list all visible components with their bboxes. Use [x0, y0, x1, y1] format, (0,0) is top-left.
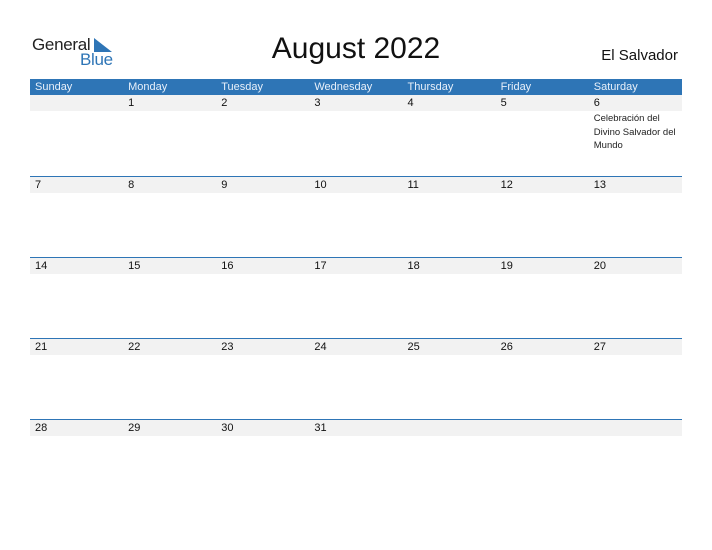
date-strip: 21 22 23 24 25 26 27 — [30, 339, 682, 355]
day-number: 19 — [500, 260, 513, 272]
weekday-header: Sunday Monday Tuesday Wednesday Thursday… — [30, 79, 682, 95]
day-number: 23 — [221, 341, 234, 353]
week-row: 14 15 16 17 18 19 20 — [30, 257, 682, 338]
holiday-label: Celebración del Divino Salvador del Mund… — [593, 113, 676, 151]
holiday-label — [123, 436, 216, 437]
holiday-label — [216, 436, 309, 437]
day-number: 22 — [128, 341, 141, 353]
holiday-label — [30, 436, 123, 437]
day-number: 31 — [314, 422, 327, 434]
holiday-label — [30, 274, 123, 275]
holiday-label — [403, 436, 496, 437]
holiday-label — [309, 111, 402, 153]
holiday-label — [216, 193, 309, 194]
holiday-label — [496, 274, 589, 275]
day-number — [589, 420, 682, 436]
day-number: 3 — [314, 97, 321, 109]
day-number: 12 — [500, 179, 513, 191]
day-number: 18 — [407, 260, 420, 272]
weekday-thursday: Thursday — [407, 81, 454, 93]
week-row: 1 2 3 4 5 6 Celebración del Divino Salvador de… — [30, 95, 682, 176]
events-row — [30, 355, 682, 356]
holiday-label — [216, 111, 309, 153]
date-strip: 1 2 3 4 5 6 — [30, 95, 682, 111]
holiday-label — [496, 111, 589, 153]
day-number: 30 — [221, 422, 234, 434]
holiday-label — [589, 355, 682, 356]
events-row — [30, 436, 682, 437]
day-number: 15 — [128, 260, 141, 272]
holiday-label — [309, 193, 402, 194]
weeks-container: 1 2 3 4 5 6 Celebración del Divino Salvador de… — [30, 95, 682, 500]
holiday-label — [496, 193, 589, 194]
day-number: 5 — [500, 97, 507, 109]
day-number: 6 — [593, 97, 600, 109]
holiday-label — [216, 355, 309, 356]
day-number: 29 — [128, 422, 141, 434]
week-row: 28 29 30 31 — [30, 419, 682, 500]
day-number: 11 — [407, 179, 419, 191]
day-number: 7 — [35, 179, 42, 191]
weekday-saturday: Saturday — [593, 81, 638, 93]
holiday-label — [123, 111, 216, 153]
holiday-label — [123, 355, 216, 356]
day-number: 17 — [314, 260, 327, 272]
week-row: 21 22 23 24 25 26 27 — [30, 338, 682, 419]
holiday-label — [309, 355, 402, 356]
day-number — [30, 95, 123, 111]
day-number: 10 — [314, 179, 327, 191]
holiday-label — [30, 111, 123, 153]
day-number: 25 — [407, 341, 420, 353]
holiday-label — [309, 274, 402, 275]
holiday-label — [30, 355, 123, 356]
day-number: 16 — [221, 260, 234, 272]
date-strip: 7 8 9 10 11 12 13 — [30, 177, 682, 193]
date-strip: 28 29 30 31 — [30, 420, 682, 436]
holiday-label — [403, 274, 496, 275]
holiday-label — [309, 436, 402, 437]
day-number: 8 — [128, 179, 135, 191]
weekday-wednesday: Wednesday — [314, 81, 373, 93]
day-number: 9 — [221, 179, 228, 191]
holiday-label — [123, 193, 216, 194]
day-number: 14 — [35, 260, 48, 272]
holiday-label — [403, 355, 496, 356]
holiday-label — [589, 193, 682, 194]
day-number: 26 — [500, 341, 513, 353]
weekday-sunday: Sunday — [35, 81, 73, 93]
day-number: 20 — [593, 260, 606, 272]
day-number: 1 — [128, 97, 135, 109]
holiday-label — [589, 436, 682, 437]
holiday-label — [123, 274, 216, 275]
events-row — [30, 193, 682, 194]
country-label: El Salvador — [601, 47, 678, 64]
day-number: 4 — [407, 97, 414, 109]
weekday-friday: Friday — [500, 81, 532, 93]
date-strip: 14 15 16 17 18 19 20 — [30, 258, 682, 274]
day-number: 13 — [593, 179, 606, 191]
holiday-label — [496, 436, 589, 437]
day-number: 2 — [221, 97, 228, 109]
day-number: 28 — [35, 422, 48, 434]
holiday-label — [496, 355, 589, 356]
day-number — [403, 420, 496, 436]
day-number: 24 — [314, 341, 327, 353]
day-number: 27 — [593, 341, 606, 353]
weekday-monday: Monday — [128, 81, 168, 93]
events-row — [30, 274, 682, 275]
holiday-label — [589, 274, 682, 275]
holiday-label — [403, 111, 496, 153]
holiday-label — [403, 193, 496, 194]
holiday-label — [216, 274, 309, 275]
events-row: Celebración del Divino Salvador del Mund… — [30, 111, 682, 153]
day-number — [496, 420, 589, 436]
calendar-grid: Sunday Monday Tuesday Wednesday Thursday… — [30, 79, 682, 500]
weekday-tuesday: Tuesday — [221, 81, 264, 93]
week-row: 7 8 9 10 11 12 13 — [30, 176, 682, 257]
day-number: 21 — [35, 341, 48, 353]
holiday-label — [30, 193, 123, 194]
